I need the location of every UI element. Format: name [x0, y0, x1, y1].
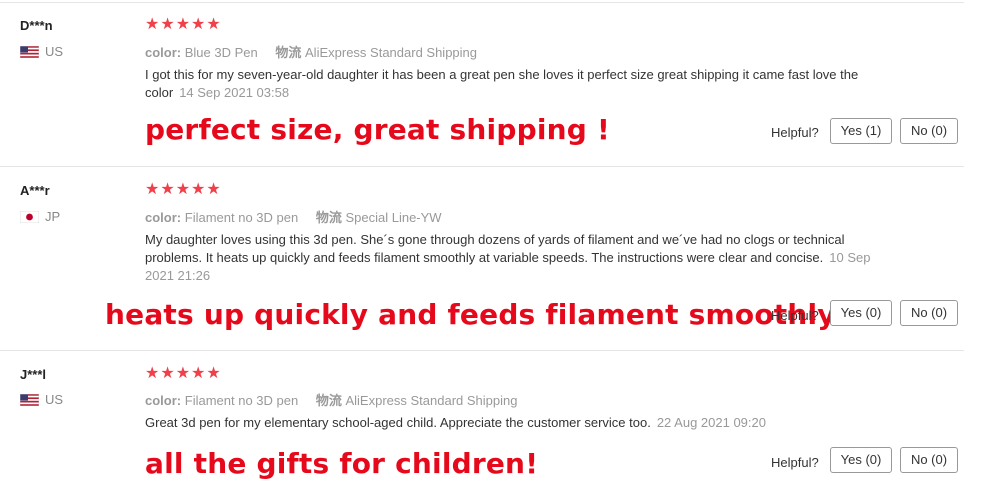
reviewer-country: JP: [20, 209, 60, 224]
shipping-method: AliExpress Standard Shipping: [305, 45, 478, 60]
helpful-no-button[interactable]: No (0): [900, 447, 958, 473]
review-text-block: I got this for my seven-year-old daughte…: [145, 66, 875, 102]
helpful-label: Helpful?: [771, 125, 819, 140]
helpful-yes-button[interactable]: Yes (0): [830, 300, 892, 326]
color-value: Filament no 3D pen: [184, 210, 299, 225]
logistics-label: 物流: [315, 393, 342, 408]
country-code: JP: [45, 209, 61, 224]
color-label: color:: [145, 393, 182, 408]
review-meta: color: Blue 3D Pen 物流 AliExpress Standar…: [145, 42, 477, 61]
highlight-caption: heats up quickly and feeds filament smoo…: [105, 298, 849, 331]
divider: [0, 166, 964, 167]
shipping-method: AliExpress Standard Shipping: [345, 393, 518, 408]
divider-top: [0, 2, 964, 3]
helpful-no-button[interactable]: No (0): [900, 118, 958, 144]
review-meta: color: Filament no 3D pen 物流 AliExpress …: [145, 390, 517, 409]
logistics-label: 物流: [275, 45, 302, 60]
shipping-method: Special Line-YW: [345, 210, 442, 225]
star-rating: ★★★★★: [145, 16, 222, 33]
review-text: Great 3d pen for my elementary school-ag…: [145, 415, 651, 430]
star-rating: ★★★★★: [145, 181, 222, 198]
highlight-caption: all the gifts for children!: [145, 447, 539, 480]
jp-flag-icon: [20, 210, 39, 223]
helpful-yes-button[interactable]: Yes (0): [830, 447, 892, 473]
reviewer-name: D***n: [20, 18, 53, 33]
review-date: 14 Sep 2021 03:58: [179, 85, 290, 100]
logistics-label: 物流: [315, 210, 342, 225]
color-value: Blue 3D Pen: [184, 45, 258, 60]
reviewer-country: US: [20, 44, 63, 59]
review-text-block: Great 3d pen for my elementary school-ag…: [145, 414, 875, 432]
helpful-no-button[interactable]: No (0): [900, 300, 958, 326]
review-meta: color: Filament no 3D pen 物流 Special Lin…: [145, 207, 442, 226]
reviewer-name: A***r: [20, 183, 50, 198]
reviewer-name: J***l: [20, 367, 47, 382]
color-label: color:: [145, 45, 182, 60]
review-date: 22 Aug 2021 09:20: [656, 415, 766, 430]
star-rating: ★★★★★: [145, 365, 222, 382]
us-flag-icon: [20, 45, 39, 58]
helpful-label: Helpful?: [771, 455, 819, 470]
country-code: US: [45, 44, 64, 59]
helpful-label: Helpful?: [771, 308, 819, 323]
country-code: US: [45, 392, 64, 407]
reviewer-country: US: [20, 392, 63, 407]
us-flag-icon: [20, 393, 39, 406]
divider: [0, 350, 964, 351]
helpful-yes-button[interactable]: Yes (1): [830, 118, 892, 144]
highlight-caption: perfect size, great shipping !: [145, 113, 610, 146]
review-text: My daughter loves using this 3d pen. She…: [145, 232, 845, 265]
color-value: Filament no 3D pen: [184, 393, 299, 408]
review-text-block: My daughter loves using this 3d pen. She…: [145, 231, 875, 285]
color-label: color:: [145, 210, 182, 225]
